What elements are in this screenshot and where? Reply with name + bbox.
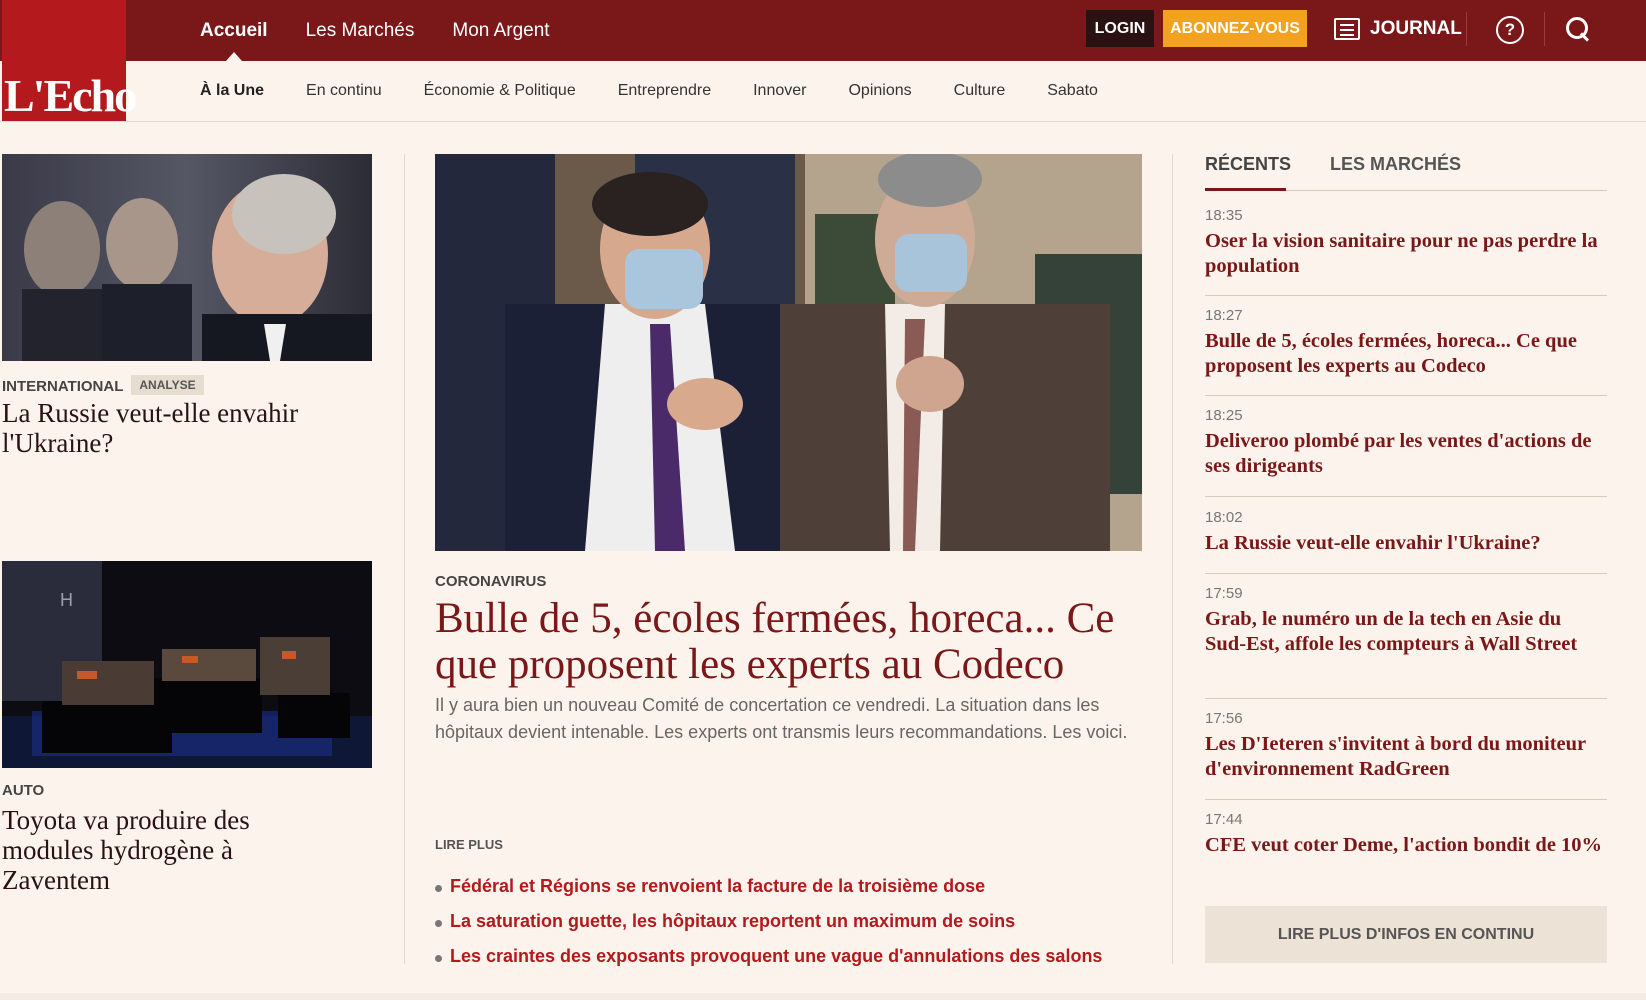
news-time: 18:25 [1205, 407, 1243, 424]
newspaper-icon [1334, 18, 1360, 40]
main-nav: Accueil Les Marchés Mon Argent [200, 0, 588, 61]
section-culture[interactable]: Culture [954, 82, 1006, 100]
read-more-label: LIRE PLUS [435, 837, 503, 852]
news-time: 17:56 [1205, 710, 1243, 727]
section-entreprendre[interactable]: Entreprendre [618, 82, 711, 100]
logo-text: L'Echo [4, 70, 137, 121]
column-divider [404, 154, 405, 964]
article-image-russia[interactable] [2, 154, 372, 361]
news-time: 18:02 [1205, 509, 1243, 526]
news-headline: Grab, le numéro un de la tech en Asie du… [1205, 608, 1578, 655]
main-article-kicker: CORONAVIRUS [435, 573, 547, 590]
subscribe-button[interactable]: ABONNEZ-VOUS [1163, 10, 1307, 47]
divider [0, 121, 1646, 122]
article-title-russia[interactable]: La Russie veut-elle envahir l'Ukraine? [2, 398, 362, 458]
section-innover[interactable]: Innover [753, 82, 806, 100]
header-divider [1544, 12, 1545, 46]
section-economie-politique[interactable]: Économie & Politique [424, 82, 576, 100]
journal-link[interactable]: JOURNAL [1334, 15, 1462, 43]
page-footer-edge [0, 993, 1646, 1000]
column-divider [1172, 154, 1173, 964]
main-nav-mon-argent[interactable]: Mon Argent [452, 0, 549, 61]
divider [1205, 295, 1607, 296]
news-item[interactable]: 18:35 Oser la vision sanitaire pour ne p… [1205, 207, 1607, 278]
section-sabato[interactable]: Sabato [1047, 82, 1098, 100]
news-item[interactable]: 17:44 CFE veut coter Deme, l'action bond… [1205, 811, 1607, 858]
tab-recents[interactable]: RÉCENTS [1205, 154, 1291, 175]
main-article-title[interactable]: Bulle de 5, écoles fermées, horeca... Ce… [435, 596, 1135, 688]
search-icon[interactable] [1566, 17, 1592, 43]
news-headline: Bulle de 5, écoles fermées, horeca... Ce… [1205, 330, 1577, 377]
news-time: 17:59 [1205, 585, 1243, 602]
svg-text:H: H [60, 590, 73, 610]
article-kicker: AUTO [2, 782, 45, 799]
help-icon[interactable]: ? [1496, 16, 1524, 44]
news-item[interactable]: 18:25 Deliveroo plombé par les ventes d'… [1205, 407, 1607, 478]
main-article-lead: Il y aura bien un nouveau Comité de conc… [435, 695, 1128, 742]
related-links: Fédéral et Régions se renvoient la factu… [435, 868, 1102, 973]
bullet-icon [435, 885, 442, 892]
sidebar-tabs: RÉCENTS LES MARCHÉS [1205, 150, 1607, 191]
article-kicker: INTERNATIONAL ANALYSE [2, 375, 204, 395]
tab-les-marches[interactable]: LES MARCHÉS [1330, 154, 1461, 175]
news-time: 17:44 [1205, 811, 1243, 828]
journal-label: JOURNAL [1370, 18, 1462, 39]
news-time: 18:27 [1205, 307, 1243, 324]
news-time: 18:35 [1205, 207, 1243, 224]
bullet-icon [435, 920, 442, 927]
main-nav-accueil[interactable]: Accueil [200, 0, 268, 61]
analysis-badge: ANALYSE [131, 375, 204, 395]
section-en-continu[interactable]: En continu [306, 82, 382, 100]
related-link[interactable]: Fédéral et Régions se renvoient la factu… [435, 868, 1102, 903]
divider [1205, 573, 1607, 574]
related-link-text: La saturation guette, les hôpitaux repor… [450, 910, 1016, 931]
section-nav: À la Une En continu Économie & Politique… [200, 61, 1140, 121]
news-headline: La Russie veut-elle envahir l'Ukraine? [1205, 532, 1541, 554]
news-item[interactable]: 17:59 Grab, le numéro un de la tech en A… [1205, 585, 1607, 656]
section-a-la-une[interactable]: À la Une [200, 82, 264, 100]
article-image-toyota[interactable]: H [2, 561, 372, 768]
related-link[interactable]: La saturation guette, les hôpitaux repor… [435, 903, 1102, 938]
active-tab-indicator [1205, 188, 1286, 191]
related-link-text: Fédéral et Régions se renvoient la factu… [450, 875, 986, 896]
news-item[interactable]: 18:02 La Russie veut-elle envahir l'Ukra… [1205, 509, 1607, 556]
news-headline: CFE veut coter Deme, l'action bondit de … [1205, 834, 1603, 856]
login-button[interactable]: LOGIN [1086, 10, 1154, 47]
divider [1205, 799, 1607, 800]
more-news-button[interactable]: LIRE PLUS D'INFOS EN CONTINU [1205, 906, 1607, 963]
main-article-image[interactable] [435, 154, 1142, 551]
divider [1205, 395, 1607, 396]
site-logo[interactable]: L'Echo [2, 0, 137, 121]
divider [1205, 496, 1607, 497]
news-headline: Deliveroo plombé par les ventes d'action… [1205, 430, 1592, 477]
news-item[interactable]: 18:27 Bulle de 5, écoles fermées, horeca… [1205, 307, 1607, 378]
article-title-toyota[interactable]: Toyota va produire des modules hydrogène… [2, 805, 302, 895]
news-item[interactable]: 17:56 Les D'Ieteren s'invitent à bord du… [1205, 710, 1607, 781]
news-headline: Les D'Ieteren s'invitent à bord du monit… [1205, 733, 1586, 780]
section-opinions[interactable]: Opinions [848, 82, 911, 100]
bullet-icon [435, 955, 442, 962]
main-nav-les-marches[interactable]: Les Marchés [306, 0, 415, 61]
related-link-text: Les craintes des exposants provoquent un… [450, 945, 1103, 966]
divider [1205, 698, 1607, 699]
kicker-label: INTERNATIONAL [2, 378, 124, 395]
news-headline: Oser la vision sanitaire pour ne pas per… [1205, 230, 1598, 277]
header-divider [1466, 12, 1467, 46]
related-link[interactable]: Les craintes des exposants provoquent un… [435, 938, 1102, 973]
